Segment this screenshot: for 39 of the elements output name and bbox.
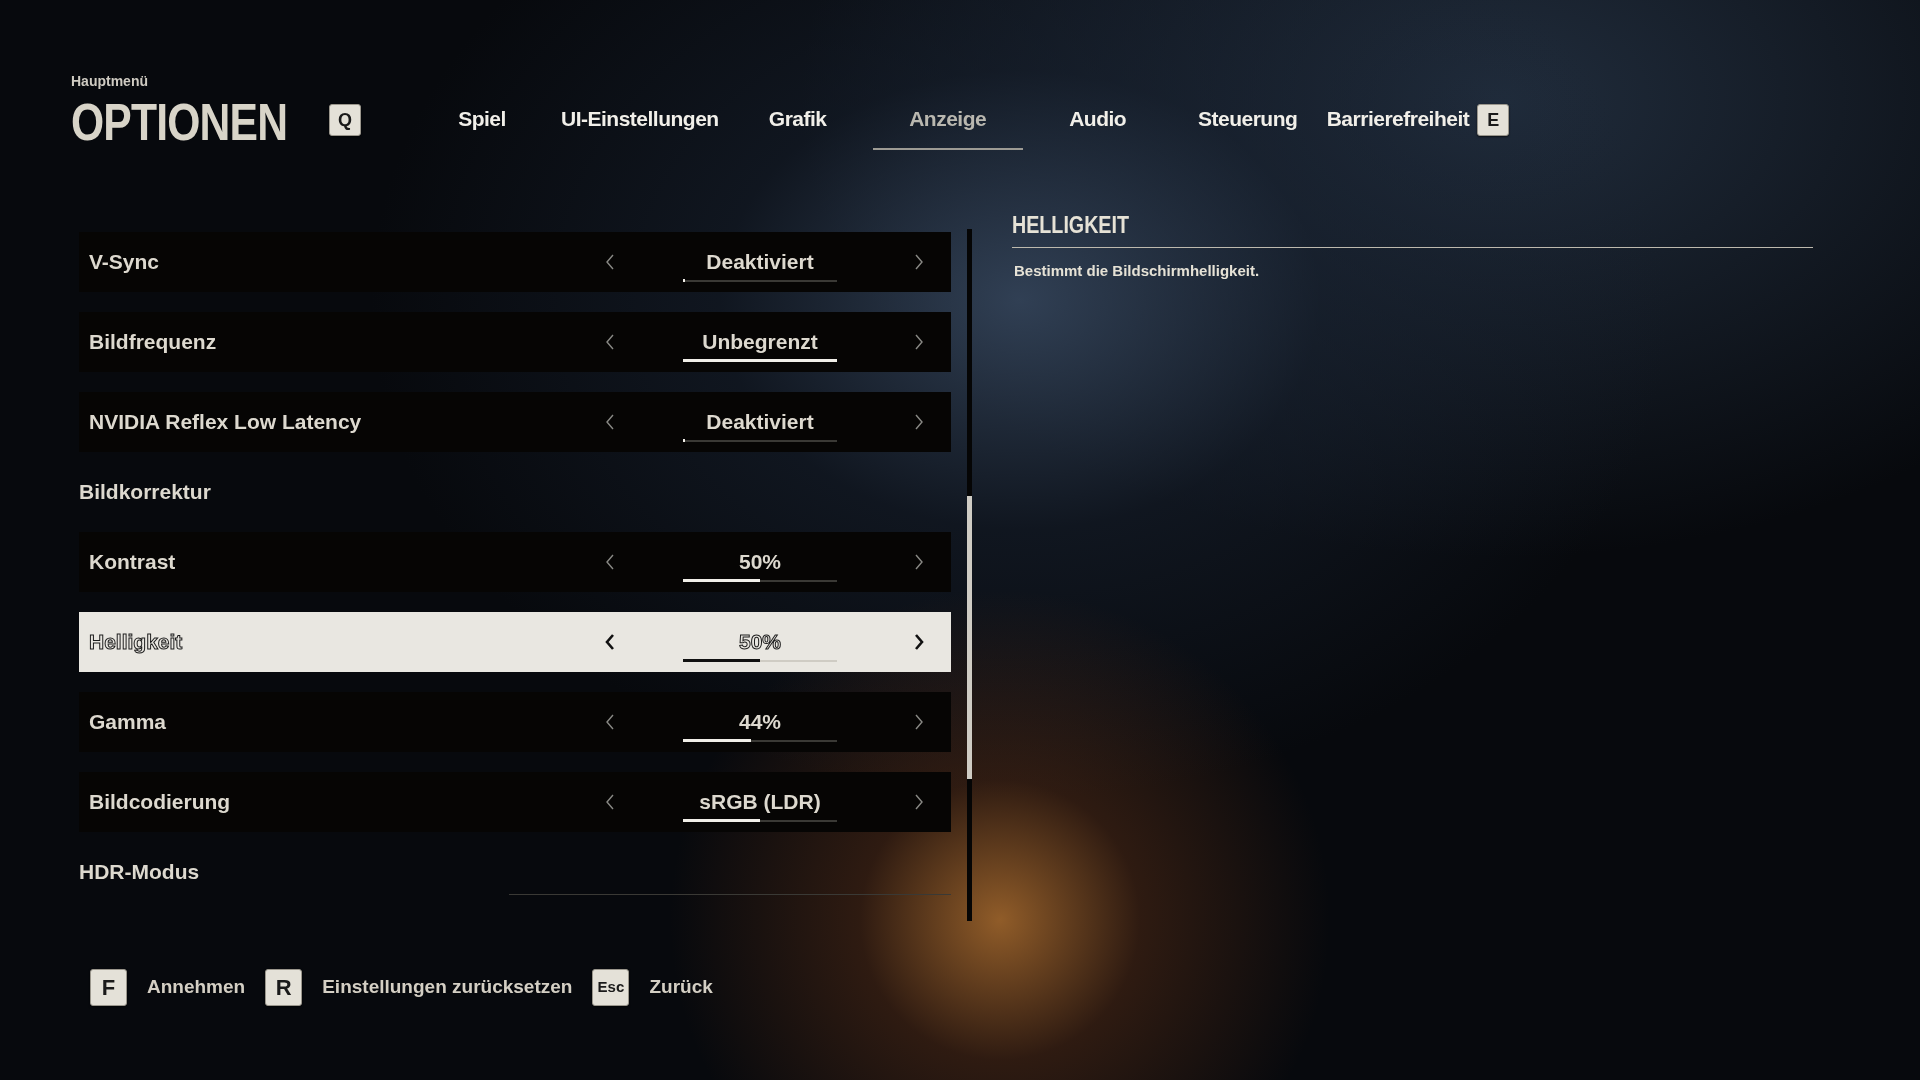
key-badge: Esc bbox=[592, 969, 630, 1006]
setting-label: Bildfrequenz bbox=[89, 329, 218, 356]
setting-value: Deaktiviert bbox=[706, 249, 814, 276]
setting-value: sRGB (LDR) bbox=[699, 789, 821, 816]
tab[interactable]: Barrierefreiheit bbox=[1322, 90, 1474, 150]
setting-value: Unbegrenzt bbox=[702, 329, 818, 356]
setting-value: 50% bbox=[739, 629, 781, 656]
setting-label: Helligkeit bbox=[89, 629, 184, 656]
setting-value: 50% bbox=[739, 549, 781, 576]
setting-label: Bildcodierung bbox=[89, 789, 232, 816]
footer-action[interactable]: Einstellungen zurücksetzen bbox=[322, 973, 573, 1002]
tab[interactable]: Anzeige bbox=[872, 90, 1023, 150]
setting-value: Deaktiviert bbox=[706, 409, 814, 436]
chevron-left-icon[interactable] bbox=[604, 633, 616, 651]
tab[interactable]: Spiel bbox=[407, 90, 557, 150]
footer-action[interactable]: Zurück bbox=[649, 973, 713, 1002]
tab[interactable]: Audio bbox=[1022, 90, 1173, 150]
chevron-right-icon[interactable] bbox=[913, 633, 925, 651]
tab[interactable]: Grafik bbox=[722, 90, 873, 150]
scrollbar-thumb[interactable] bbox=[967, 496, 972, 779]
setting-label: V-Sync bbox=[89, 249, 161, 276]
setting-label: Gamma bbox=[89, 709, 168, 736]
scrollbar[interactable] bbox=[967, 229, 972, 921]
key-badge: E bbox=[1477, 104, 1510, 136]
key-badge: F bbox=[90, 969, 127, 1006]
setting-label: Kontrast bbox=[89, 549, 177, 576]
setting-label: NVIDIA Reflex Low Latency bbox=[89, 409, 363, 436]
section-heading: HDR-Modus bbox=[79, 859, 200, 886]
setting-value: 44% bbox=[739, 709, 781, 736]
tab[interactable]: Steuerung bbox=[1172, 90, 1323, 150]
description-title: HELLIGKEIT bbox=[1012, 210, 1130, 240]
footer-action[interactable]: Annehmen bbox=[147, 973, 246, 1002]
section-heading: Bildkorrektur bbox=[79, 479, 211, 506]
setting-row[interactable]: Helligkeit 50% bbox=[79, 612, 951, 672]
breadcrumb[interactable]: Hauptmenü bbox=[71, 71, 329, 92]
description-text: Bestimmt die Bildschirmhelligkeit. bbox=[1014, 261, 1261, 281]
tab[interactable]: UI-Einstellungen bbox=[557, 90, 723, 150]
key-badge: R bbox=[265, 969, 303, 1006]
key-badge: Q bbox=[329, 104, 361, 136]
